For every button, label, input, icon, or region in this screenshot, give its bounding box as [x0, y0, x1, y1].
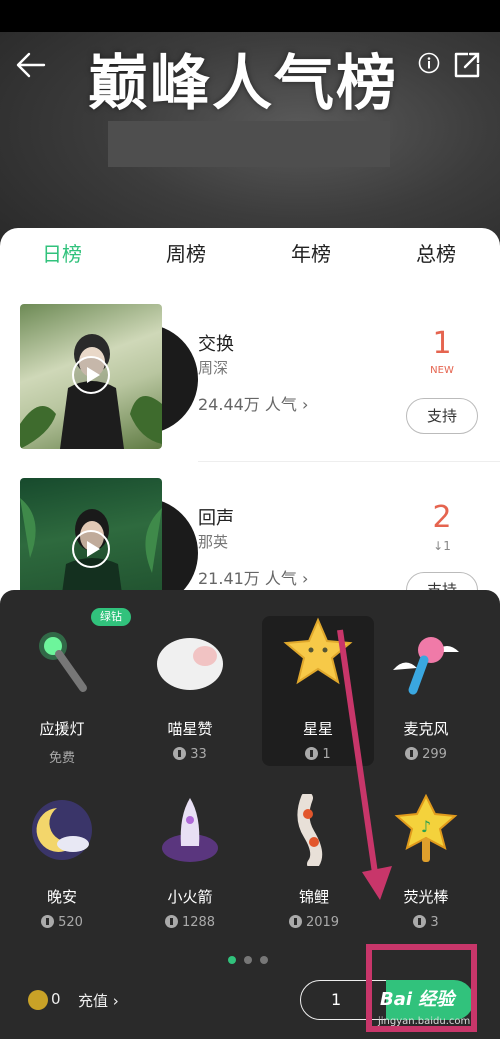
rank-change: ↓1 [433, 539, 451, 553]
tab-yearly[interactable]: 年榜 [291, 238, 331, 267]
redaction-bar [108, 121, 390, 167]
coin-icon [41, 915, 55, 928]
gift-name: 小火箭 [167, 888, 213, 906]
page-indicator [228, 956, 276, 966]
coin-icon [164, 915, 178, 928]
gift-support-light[interactable]: 应援灯 免费 [6, 600, 118, 776]
song-row[interactable]: 交换 周深 24.44万 人气 › 1 NEW 支持 [0, 304, 500, 454]
page-dot[interactable] [244, 956, 252, 964]
gift-microphone[interactable]: 麦克风 299 [370, 600, 482, 776]
microphone-glow-icon [39, 632, 87, 692]
gift-name: 应援灯 [39, 720, 85, 738]
gift-price: 520 [6, 915, 118, 930]
tab-bar: 日榜 周榜 年榜 总榜 [0, 228, 500, 276]
quantity-value: 1 [331, 990, 342, 1009]
page-dot[interactable] [260, 956, 268, 964]
page-title: 巅峰人气榜 [88, 49, 398, 119]
rank-change: NEW [430, 365, 454, 376]
coin-balance: 0 [51, 990, 61, 1008]
rank-number: 2 [432, 500, 452, 535]
rocket-icon [162, 798, 218, 862]
gift-name: 晚安 [46, 888, 77, 906]
back-arrow-icon[interactable] [14, 50, 48, 80]
song-popularity[interactable]: 24.44万 人气 › [198, 391, 308, 415]
moon-icon [32, 800, 92, 860]
coin-icon [173, 747, 187, 760]
gift-name: 荧光棒 [403, 888, 449, 906]
recharge-link[interactable]: 充值 › [78, 990, 119, 1011]
gift-name: 星星 [302, 720, 333, 738]
coin-icon [288, 915, 302, 928]
share-icon[interactable] [452, 50, 482, 80]
song-artist[interactable]: 周深 [198, 357, 228, 378]
fluffy-cat-icon [157, 638, 223, 690]
tab-weekly[interactable]: 周榜 [166, 238, 206, 267]
tab-total[interactable]: 总榜 [416, 238, 456, 267]
gift-name: 喵星赞 [167, 720, 213, 738]
support-button[interactable]: 支持 [406, 398, 478, 434]
album-art [20, 304, 162, 449]
song-popularity[interactable]: 21.41万 人气 › [198, 565, 308, 589]
gift-koi[interactable]: 锦鲤 2019 [258, 768, 370, 944]
status-bar [0, 0, 500, 32]
song-title: 回声 [198, 508, 234, 529]
play-icon[interactable] [72, 530, 110, 568]
ranking-card: 日榜 周榜 年榜 总榜 交换 周深 24.44万 人气 › 1 NEW 支持 回… [0, 228, 500, 648]
gift-cat-like[interactable]: 喵星赞 33 [134, 600, 246, 776]
watermark-url: jingyan.baidu.com [378, 1016, 471, 1027]
gift-rocket[interactable]: 小火箭 1288 [134, 768, 246, 944]
glow-stick-icon: ♪ [394, 794, 458, 862]
play-icon[interactable] [72, 356, 110, 394]
rank-number: 1 [432, 326, 452, 361]
coin-icon [413, 915, 427, 928]
gift-price: 33 [134, 747, 246, 762]
watermark-logo: Bai 经验 [380, 989, 455, 1010]
info-icon[interactable] [418, 52, 440, 74]
song-artist[interactable]: 那英 [198, 531, 228, 552]
gift-star[interactable]: 星星 1 [262, 616, 374, 766]
gift-good-night[interactable]: 晚安 520 [6, 768, 118, 944]
row-divider [198, 461, 500, 462]
tab-daily[interactable]: 日榜 [42, 238, 82, 267]
coin-icon [305, 747, 319, 760]
coin-icon [28, 990, 48, 1010]
coin-icon [405, 747, 419, 760]
gift-glow-stick[interactable]: ♪ 荧光棒 3 [370, 768, 482, 944]
gift-price: 2019 [258, 915, 370, 930]
gift-price: 免费 [48, 751, 75, 766]
winged-microphone-icon [393, 637, 459, 695]
gift-price: 299 [370, 747, 482, 762]
star-icon [283, 617, 353, 685]
gift-price: 3 [370, 915, 482, 930]
vip-badge: 绿钻 [91, 608, 131, 626]
song-cover[interactable] [20, 304, 198, 449]
svg-text:♪: ♪ [421, 817, 431, 836]
gift-name: 麦克风 [403, 720, 449, 738]
page-dot[interactable] [228, 956, 236, 964]
gift-price: 1288 [134, 915, 246, 930]
gift-price: 1 [262, 747, 374, 762]
koi-fish-icon [297, 794, 323, 866]
gift-name: 锦鲤 [298, 888, 329, 906]
song-title: 交换 [198, 334, 234, 355]
